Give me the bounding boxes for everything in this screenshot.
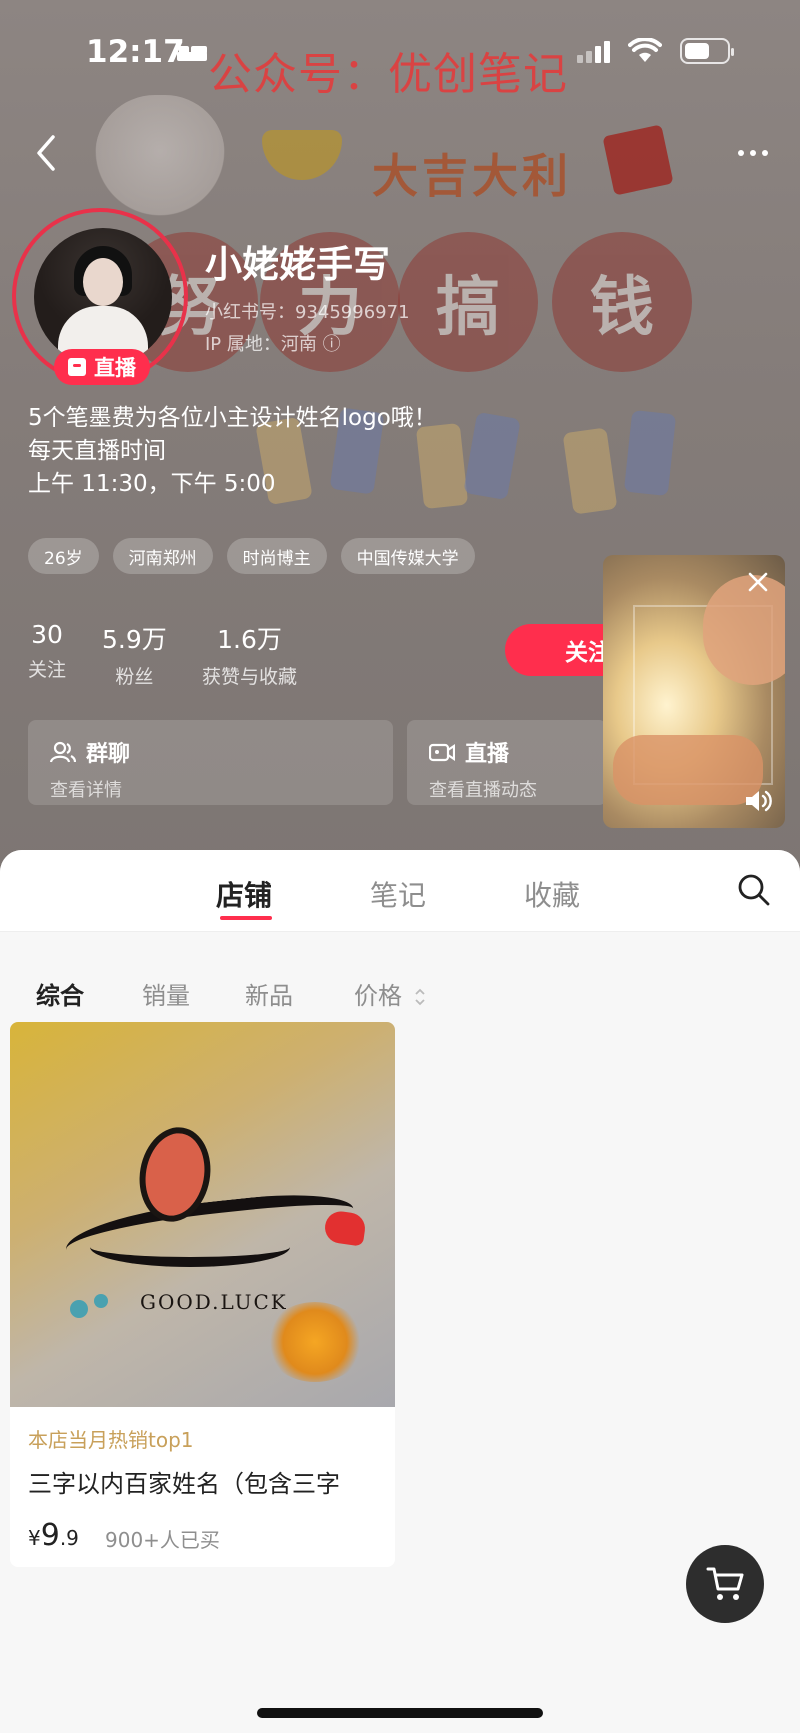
card-title: 群聊 <box>86 742 131 767</box>
search-icon <box>738 874 770 906</box>
tab-shop[interactable]: 店铺 <box>216 874 272 914</box>
sort-overall[interactable]: 综合 <box>36 976 84 1011</box>
shopping-bag-icon <box>68 358 86 376</box>
stat-following[interactable]: 30 关注 <box>28 620 66 682</box>
gold-ingot-decoration <box>262 130 342 180</box>
bio-line: 上午 11:30，下午 5:00 <box>28 471 276 497</box>
stat-number: 30 <box>31 620 63 649</box>
tag-decoration <box>623 409 677 497</box>
bio: 5个笔墨费为各位小主设计姓名logo哦！ 每天直播时间 上午 11:30，下午 … <box>28 402 437 501</box>
tag-school[interactable]: 中国传媒大学 <box>340 538 475 574</box>
more-options-button[interactable] <box>728 128 778 178</box>
live-video-pip[interactable] <box>603 555 785 828</box>
sort-sales[interactable]: 销量 <box>142 976 190 1011</box>
chevron-left-icon <box>37 135 55 171</box>
stat-label: 获赞与收藏 <box>202 666 298 688</box>
tag-category[interactable]: 时尚博主 <box>226 538 327 574</box>
red-id[interactable]: 小红书号：9345996971 <box>205 298 410 324</box>
sort-new[interactable]: 新品 <box>245 976 293 1011</box>
stat-label: 粉丝 <box>115 666 154 688</box>
live-badge[interactable]: 直播 <box>54 349 150 385</box>
profile-header: 大吉大利 努 力 搞 钱 12:17 公众号：优创笔记 直播 小姥姥手写 小红书… <box>0 0 800 880</box>
product-name: 三字以内百家姓名（包含三字 <box>28 1470 340 1498</box>
bio-line: 每天直播时间 <box>28 438 166 464</box>
tag-decoration <box>463 411 521 501</box>
tab-collections[interactable]: 收藏 <box>524 874 580 914</box>
bio-line: 5个笔墨费为各位小主设计姓名logo哦！ <box>28 405 437 431</box>
red-envelope-decoration <box>602 124 674 196</box>
status-indicators <box>577 38 734 64</box>
card-subtitle: 查看直播动态 <box>429 780 537 801</box>
stat-number: 1.6万 <box>217 625 282 654</box>
close-icon <box>748 572 768 592</box>
home-indicator[interactable] <box>257 1708 543 1718</box>
pip-close-button[interactable] <box>743 567 773 597</box>
sleep-mode-icon <box>177 46 207 61</box>
battery-icon <box>680 38 734 64</box>
decor-title: 大吉大利 <box>372 149 572 203</box>
signal-icon <box>577 39 610 63</box>
live-card[interactable]: 直播 查看直播动态 <box>407 720 607 805</box>
card-title: 直播 <box>465 742 510 767</box>
product-image: GOOD.LUCK <box>10 1022 395 1407</box>
group-chat-card[interactable]: 群聊 查看详情 <box>28 720 393 805</box>
sold-count: 900+人已买 <box>105 1528 220 1552</box>
sort-price-label: 价格 <box>354 982 402 1010</box>
product-image-text: GOOD.LUCK <box>140 1290 288 1314</box>
status-time: 12:17 <box>86 34 185 70</box>
shopping-cart-icon <box>706 1567 744 1600</box>
live-camera-icon <box>429 743 455 762</box>
ip-location[interactable]: IP 属地：河南 ⓘ <box>205 330 341 356</box>
stat-label: 关注 <box>28 659 67 681</box>
product-card[interactable]: GOOD.LUCK 本店当月热销top1 三字以内百家姓名（包含三字 ¥9.9 … <box>10 1022 395 1567</box>
wifi-icon <box>628 38 662 62</box>
pip-sound-button[interactable] <box>743 786 773 816</box>
live-badge-label: 直播 <box>94 356 136 380</box>
sort-bar: 综合 销量 新品 价格 <box>0 932 800 1022</box>
card-subtitle: 查看详情 <box>50 780 122 801</box>
avatar[interactable] <box>34 228 172 366</box>
tag-location[interactable]: 河南郑州 <box>112 538 213 574</box>
stat-followers[interactable]: 5.9万 粉丝 <box>102 620 167 689</box>
decor-ball: 搞 <box>398 232 538 372</box>
stat-likes[interactable]: 1.6万 获赞与收藏 <box>202 620 297 689</box>
price-symbol: ¥ <box>28 1526 41 1550</box>
tab-bar: 店铺 笔记 收藏 <box>0 850 800 932</box>
nickname: 小姥姥手写 <box>205 243 390 286</box>
tag-age: 26岁 <box>28 538 99 574</box>
product-price: ¥9.9 <box>28 1518 79 1553</box>
sort-arrows-icon <box>415 988 425 1006</box>
sort-price[interactable]: 价格 <box>354 976 426 1011</box>
price-integer: 9 <box>40 1518 60 1553</box>
back-button[interactable] <box>26 128 66 178</box>
decor-ball: 钱 <box>552 232 692 372</box>
search-button[interactable] <box>736 872 772 908</box>
group-icon <box>50 741 76 763</box>
tab-notes[interactable]: 笔记 <box>370 874 426 914</box>
stat-number: 5.9万 <box>102 625 167 654</box>
profile-tags: 26岁 河南郑州 时尚博主 中国传媒大学 <box>28 538 475 574</box>
speaker-icon <box>746 790 772 812</box>
price-decimal: .9 <box>59 1526 79 1550</box>
content-panel: 店铺 笔记 收藏 综合 销量 新品 价格 GOOD.LUCK 本店当月热销top… <box>0 850 800 1733</box>
cart-button[interactable] <box>686 1545 764 1623</box>
hot-sale-label: 本店当月热销top1 <box>28 1428 194 1452</box>
watermark-text: 公众号：优创笔记 <box>208 49 568 100</box>
active-tab-indicator <box>220 916 272 920</box>
tag-decoration <box>562 427 618 515</box>
